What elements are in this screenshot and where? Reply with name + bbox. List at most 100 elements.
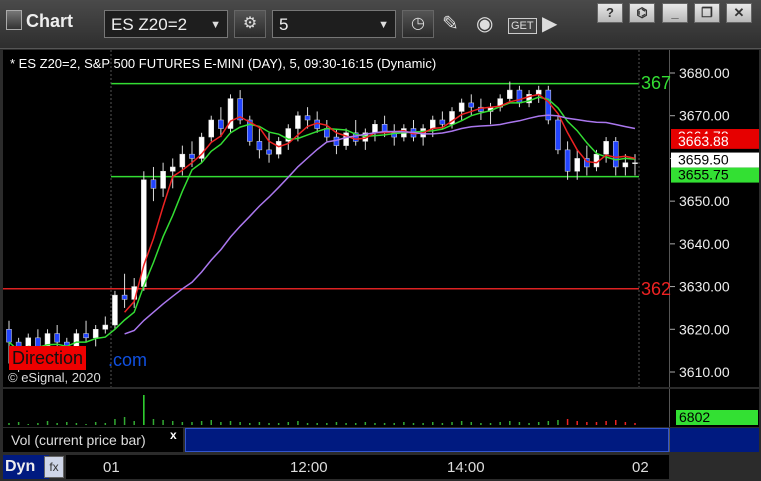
candle-body xyxy=(54,333,60,343)
candle-body xyxy=(564,149,571,172)
candle-body xyxy=(372,124,378,134)
price-chart-svg[interactable] xyxy=(3,50,669,387)
time-label-1200: 12:00 xyxy=(290,459,328,476)
price-tick-label: 3610.00 xyxy=(679,364,730,380)
formula-icon: fx xyxy=(49,460,59,474)
interval-value: 5 xyxy=(279,15,289,34)
minimize-icon: _ xyxy=(671,5,679,20)
chevron-down-icon[interactable]: ▼ xyxy=(378,11,389,39)
candle-body xyxy=(218,119,224,129)
price-axis[interactable]: 3680.003670.003660.003650.003640.003630.… xyxy=(669,50,759,387)
formula-button[interactable]: fx xyxy=(44,456,64,478)
time-axis[interactable] xyxy=(66,455,669,479)
price-tick-label: 3630.00 xyxy=(679,279,730,295)
study-chart-icon: ◉ xyxy=(476,13,494,35)
volume-legend: Vol (current price bar) xyxy=(3,428,183,452)
candle-body xyxy=(208,119,214,138)
candle-body xyxy=(430,119,436,129)
time-label-1400: 14:00 xyxy=(447,459,485,476)
volume-legend-axis xyxy=(669,428,759,452)
candle-body xyxy=(275,141,282,155)
help-button[interactable]: ? xyxy=(597,3,623,23)
candle-body xyxy=(622,162,629,168)
candle-body xyxy=(150,179,157,189)
minimize-button[interactable]: _ xyxy=(662,3,688,23)
candle-body xyxy=(304,115,311,121)
dyn-label: Dyn xyxy=(5,458,36,475)
candle-body xyxy=(121,294,128,300)
price-tick-label: 3640.00 xyxy=(679,236,730,252)
candle-body xyxy=(458,102,465,112)
chevron-down-icon[interactable]: ▼ xyxy=(210,11,221,39)
restore-button[interactable]: ❐ xyxy=(694,3,720,23)
candle-body xyxy=(516,89,523,104)
price-tick-label: 3670.00 xyxy=(679,108,730,124)
candle-body xyxy=(102,324,109,330)
price-badge-label: 3659.50 xyxy=(678,152,729,168)
time-template-button[interactable]: ◷ xyxy=(402,10,434,38)
get-button[interactable]: GET xyxy=(508,14,537,38)
price-tick-label: 3650.00 xyxy=(679,193,730,209)
interval-select[interactable]: 5 ▼ xyxy=(272,10,396,38)
candle-body xyxy=(266,149,272,155)
volume-close-button[interactable]: x xyxy=(170,428,177,442)
candle-body xyxy=(632,162,638,164)
time-label-01: 01 xyxy=(103,459,120,476)
volume-legend-bar xyxy=(185,428,669,452)
app-title-label: Chart xyxy=(26,11,74,31)
level-upper-label: 367 xyxy=(641,73,672,93)
dynamic-button[interactable]: Dyn xyxy=(3,455,49,479)
candle-body xyxy=(169,166,176,172)
gear-icon: ⚙ xyxy=(242,15,258,32)
play-button[interactable]: ▶ xyxy=(542,12,557,36)
candle-body xyxy=(295,115,301,129)
copyright: © eSignal, 2020 xyxy=(8,370,101,385)
candle-body xyxy=(612,141,619,168)
close-icon: ✕ xyxy=(733,5,745,20)
candle-body xyxy=(507,89,513,99)
pencil-icon: ✎ xyxy=(442,13,459,35)
candle-body xyxy=(555,119,561,151)
watermark-dotcom: .com xyxy=(108,350,148,370)
price-tick-label: 3620.00 xyxy=(679,321,730,337)
candle-body xyxy=(6,329,12,343)
draw-pencil-button[interactable]: ✎ xyxy=(442,12,459,36)
link-button[interactable]: ⌬ xyxy=(629,3,655,23)
volume-axis: 6802 xyxy=(669,389,759,427)
candle-body xyxy=(112,294,118,326)
chart-app-icon xyxy=(6,10,22,30)
help-icon: ? xyxy=(606,5,614,20)
clock-icon: ◷ xyxy=(411,15,425,32)
candle-body xyxy=(92,329,99,339)
chart-header: * ES Z20=2, S&P 500 FUTURES E-MINI (DAY)… xyxy=(10,56,437,71)
price-chart-panel[interactable] xyxy=(3,50,669,387)
candle-body xyxy=(603,141,609,155)
candle-body xyxy=(439,119,446,125)
candle-body xyxy=(574,158,580,172)
candle-body xyxy=(324,128,330,138)
symbol-select[interactable]: ES Z20=2 ▼ xyxy=(104,10,228,38)
studies-button[interactable]: ◉ xyxy=(476,12,493,36)
restore-icon: ❐ xyxy=(701,5,713,20)
play-icon: ▶ xyxy=(542,13,558,35)
level-lower-label: 362 xyxy=(641,279,672,299)
candle-body xyxy=(83,333,89,339)
close-button[interactable]: ✕ xyxy=(726,3,752,23)
get-label: GET xyxy=(508,18,537,34)
app-title: Chart xyxy=(6,10,73,32)
candle-body xyxy=(189,153,195,159)
candle-body xyxy=(179,153,186,168)
link-icon: ⌬ xyxy=(636,5,648,20)
candle-body xyxy=(160,170,166,189)
volume-svg xyxy=(8,395,636,425)
ma-green-line xyxy=(8,96,636,352)
price-badge-label: 3655.75 xyxy=(678,167,729,183)
volume-value-badge: 6802 xyxy=(676,410,758,425)
volume-panel[interactable] xyxy=(3,389,669,427)
candle-body xyxy=(256,141,263,151)
settings-button[interactable]: ⚙ xyxy=(234,10,266,38)
price-tick-label: 3680.00 xyxy=(679,65,730,81)
time-label-02: 02 xyxy=(632,459,649,476)
candle-body xyxy=(468,102,475,108)
price-axis-svg: 3680.003670.003660.003650.003640.003630.… xyxy=(670,65,759,380)
